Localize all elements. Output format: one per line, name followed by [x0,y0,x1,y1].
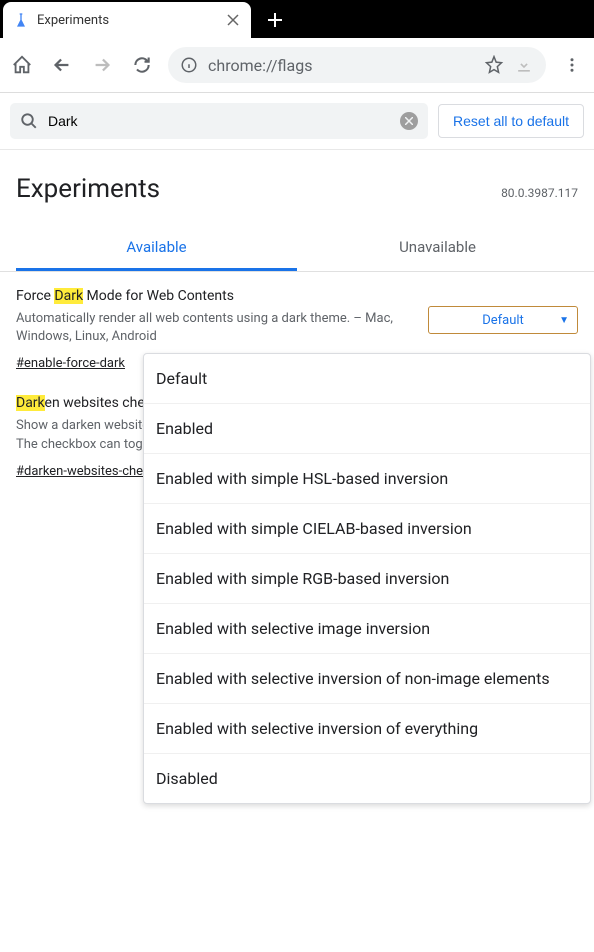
dropdown-option[interactable]: Enabled with selective inversion of non-… [144,654,590,704]
search-highlight: Dark [54,288,83,304]
address-bar[interactable]: chrome://flags [168,47,546,83]
clear-search-icon[interactable] [400,112,418,130]
flag-title: Force Dark Mode for Web Contents [16,288,418,304]
star-icon[interactable] [484,55,504,75]
dropdown-option[interactable]: Default [144,354,590,404]
browser-toolbar: chrome://flags [0,38,594,93]
dropdown-option[interactable]: Enabled with simple CIELAB-based inversi… [144,504,590,554]
flag-description: Automatically render all web contents us… [16,310,418,346]
search-icon [20,112,38,130]
flag-selected-value: Default [482,313,524,328]
dropdown-option[interactable]: Enabled with simple RGB-based inversion [144,554,590,604]
page-title: Experiments [16,174,160,204]
flag-dropdown[interactable]: Default ▼ [428,306,578,334]
search-row: Reset all to default [0,93,594,150]
dropdown-menu: Default Enabled Enabled with simple HSL-… [143,353,591,804]
tab-available[interactable]: Available [16,226,297,271]
version-text: 80.0.3987.117 [501,186,578,200]
info-icon [180,56,198,74]
download-icon[interactable] [514,55,534,75]
tab-unavailable[interactable]: Unavailable [297,226,578,271]
flag-anchor-link[interactable]: #enable-force-dark [16,356,125,371]
tab-title: Experiments [37,13,217,28]
title-row: Experiments 80.0.3987.117 [0,150,594,212]
search-input[interactable] [48,113,390,129]
url-text: chrome://flags [208,56,474,75]
browser-tab-bar: Experiments [0,0,594,38]
back-icon[interactable] [48,51,76,79]
reload-icon[interactable] [128,51,156,79]
search-box[interactable] [10,103,428,139]
dropdown-option[interactable]: Enabled with selective inversion of ever… [144,704,590,754]
new-tab-button[interactable] [261,6,289,34]
close-icon[interactable] [225,12,241,28]
dropdown-option[interactable]: Enabled with selective image inversion [144,604,590,654]
forward-icon [88,51,116,79]
home-icon[interactable] [8,51,36,79]
dropdown-option[interactable]: Disabled [144,754,590,803]
flask-icon [13,12,29,28]
chevron-down-icon: ▼ [559,315,569,326]
reset-all-button[interactable]: Reset all to default [438,104,584,138]
menu-icon[interactable] [558,51,586,79]
dropdown-option[interactable]: Enabled with simple HSL-based inversion [144,454,590,504]
dropdown-option[interactable]: Enabled [144,404,590,454]
search-highlight: Dark [16,395,45,411]
flag-anchor-link[interactable]: #darken-websites-check [16,464,156,479]
browser-tab[interactable]: Experiments [3,2,251,38]
tab-strip: Available Unavailable [0,226,594,272]
